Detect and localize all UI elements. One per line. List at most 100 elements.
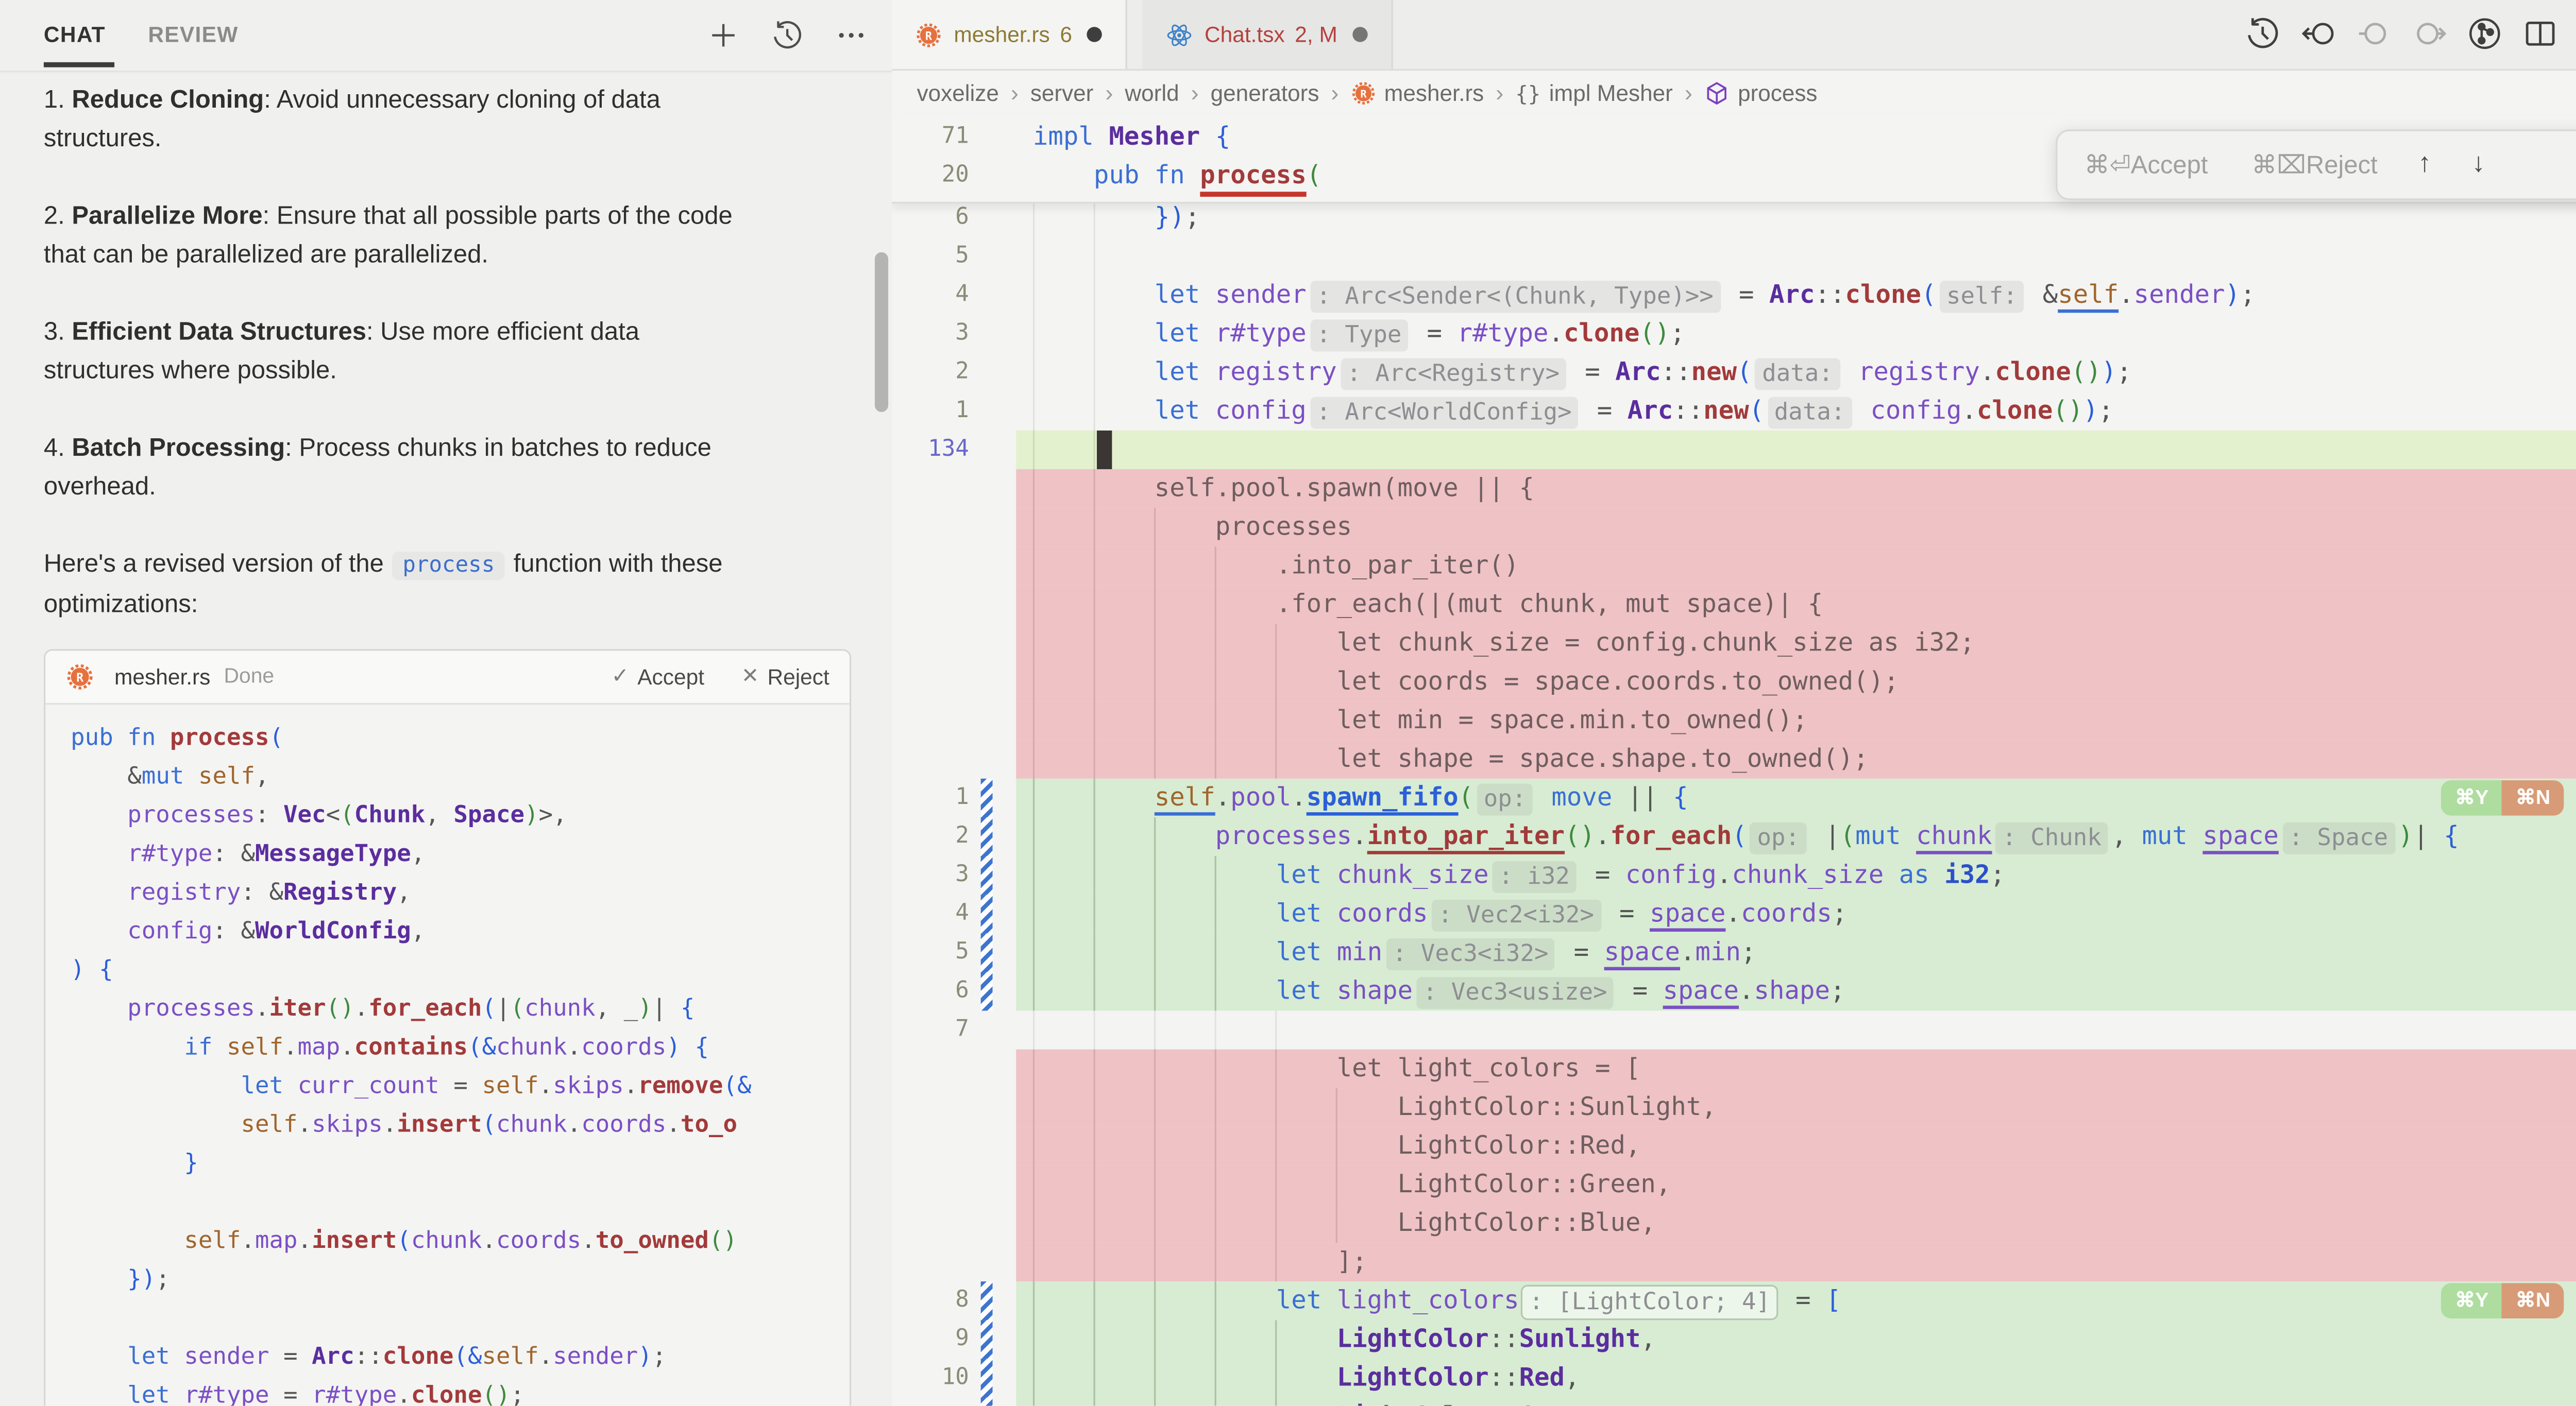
code-line[interactable]: processes: Vec<(Chunk, Space)>, (71, 797, 850, 836)
accept-hunk-badge[interactable]: ⌘Y (2442, 780, 2502, 816)
code-line[interactable]: LightColor::Blue, (892, 1204, 2576, 1243)
code-line[interactable]: let shape = space.shape.to_owned(); (892, 740, 2576, 779)
code-line[interactable]: processes.iter().for_each(|(chunk, _)| { (71, 990, 850, 1029)
code-line[interactable]: 10 LightColor::Red, (892, 1359, 2576, 1397)
breadcrumb-item[interactable]: server (1030, 80, 1093, 105)
code-line[interactable]: r#type: &MessageType, (71, 836, 850, 875)
code-line[interactable]: 3 let chunk_size: i32 = config.chunk_siz… (892, 856, 2576, 895)
token: r#type (1458, 318, 1549, 348)
code-line[interactable]: 2 processes.into_par_iter().for_each(op:… (892, 817, 2576, 856)
accept-hunk-badge[interactable]: ⌘Y (2442, 1283, 2502, 1318)
modified-dot-icon[interactable] (1087, 27, 1102, 42)
card-accept-button[interactable]: ✓Accept (612, 658, 704, 696)
code-line[interactable]: 134 (892, 431, 2576, 469)
history-icon[interactable] (771, 19, 804, 52)
token: < (326, 802, 341, 829)
code-line[interactable]: 3 let r#type: Type = r#type.clone(); (892, 315, 2576, 353)
code-line[interactable]: 1 let config: Arc<WorldConfig> = Arc::ne… (892, 392, 2576, 431)
breadcrumb-item[interactable]: {}impl Mesher (1515, 80, 1673, 105)
token: = (1580, 860, 1625, 890)
code-line[interactable]: let coords = space.coords.to_owned(); (892, 663, 2576, 701)
line-number: 10 (892, 1359, 969, 1397)
code-line[interactable]: 5 (892, 237, 2576, 276)
tab-chat[interactable]: CHAT (44, 22, 106, 47)
code-text: processes (1033, 508, 1352, 546)
code-line[interactable]: ]; (892, 1243, 2576, 1281)
token: self (241, 1111, 297, 1138)
code-line[interactable]: let light_colors = [ (892, 1050, 2576, 1088)
card-reject-button[interactable]: ✕Reject (741, 658, 829, 696)
reject-all-button[interactable]: ⌘⌧Reject (2251, 150, 2377, 180)
code-line[interactable]: 9 LightColor::Sunlight, (892, 1320, 2576, 1359)
breadcrumb-item[interactable]: voxelize (917, 80, 999, 105)
code-line[interactable]: LightColor::Sunlight, (892, 1088, 2576, 1127)
tab-review[interactable]: REVIEW (148, 22, 238, 47)
accept-all-button[interactable]: ⌘⏎Accept (2084, 150, 2208, 180)
code-line[interactable]: ) { (71, 952, 850, 990)
code-line[interactable]: config: &WorldConfig, (71, 913, 850, 952)
breadcrumb-item[interactable]: Rmesher.rs (1350, 80, 1484, 105)
code-line[interactable]: self.skips.insert(chunk.coords.to_o (71, 1107, 850, 1145)
editor-tab-chat-tsx[interactable]: Chat.tsx 2, M (1142, 0, 1393, 69)
code-line[interactable]: .for_each(|(mut chunk, mut space)| { (892, 585, 2576, 624)
code-line[interactable] (71, 1184, 850, 1223)
breadcrumb-item[interactable]: generators (1211, 80, 1319, 105)
line-number: 8 (892, 1281, 969, 1320)
token: config (1215, 395, 1307, 425)
chat-code-block[interactable]: pub fn process( &mut self, processes: Ve… (45, 705, 850, 1406)
token: config (1871, 395, 1962, 425)
code-line[interactable]: let sender = Arc::clone(&self.sender); (71, 1339, 850, 1377)
code-line[interactable]: registry: &Registry, (71, 875, 850, 913)
code-line[interactable]: processes (892, 508, 2576, 546)
code-line[interactable]: let curr_count = self.skips.remove(& (71, 1068, 850, 1106)
code-line[interactable]: 2 let registry: Arc<Registry> = Arc::new… (892, 353, 2576, 392)
code-line[interactable]: self.pool.spawn(move || { (892, 469, 2576, 508)
code-line[interactable]: let min = space.min.to_owned(); (892, 701, 2576, 740)
code-text: LightColor::Red, (1033, 1359, 1580, 1397)
history-icon[interactable] (2244, 15, 2281, 52)
reject-hunk-badge[interactable]: ⌘N (2502, 1283, 2564, 1318)
breadcrumb-item[interactable]: world (1125, 80, 1179, 105)
split-icon[interactable] (2522, 15, 2559, 52)
code-line[interactable] (71, 1300, 850, 1339)
chat-scrollbar[interactable] (875, 252, 888, 412)
code-line[interactable]: 6 let shape: Vec3<usize> = space.shape; (892, 972, 2576, 1010)
editor-tab-mesher[interactable]: R mesher.rs 6 (892, 0, 1128, 69)
new-chat-button[interactable] (706, 19, 740, 52)
code-line[interactable]: 6 }); (892, 198, 2576, 237)
code-line[interactable]: 1 self.pool.spawn_fifo(op: move || {⌘Y⌘N (892, 779, 2576, 817)
code-line[interactable]: .into_par_iter() (892, 546, 2576, 585)
more-actions-icon[interactable] (835, 19, 868, 52)
code-line[interactable]: 4 let sender: Arc<Sender<(Chunk, Type)>>… (892, 276, 2576, 315)
code-line[interactable]: let chunk_size = config.chunk_size as i3… (892, 624, 2576, 662)
code-line[interactable]: } (71, 1145, 850, 1184)
code-line[interactable]: 4 let coords: Vec2<i32> = space.coords; (892, 895, 2576, 933)
token (1200, 121, 1215, 151)
code-line[interactable]: let r#type = r#type.clone(); (71, 1377, 850, 1406)
back-icon[interactable] (2300, 15, 2337, 52)
graph-icon[interactable] (2466, 15, 2503, 52)
breadcrumb-item[interactable]: process (1704, 80, 1818, 105)
token: = (1570, 356, 1615, 387)
code-text: let sender: Arc<Sender<(Chunk, Type)>> =… (1033, 276, 2256, 316)
token: config (127, 918, 212, 945)
code-line[interactable]: 5 let min: Vec3<i32> = space.min; (892, 933, 2576, 972)
code-line[interactable]: 11 LightColor::Green, (892, 1397, 2576, 1405)
token: op: (1750, 821, 1806, 853)
code-line[interactable]: }); (71, 1261, 850, 1300)
prev-diff-button[interactable]: ↑ (2418, 150, 2431, 180)
code-line[interactable]: if self.map.contains(&chunk.coords) { (71, 1029, 850, 1068)
code-line[interactable]: LightColor::Green, (892, 1165, 2576, 1204)
code-line[interactable]: self.map.insert(chunk.coords.to_owned() (71, 1223, 850, 1261)
code-line[interactable]: 7 (892, 1010, 2576, 1049)
code-line[interactable]: 8 let light_colors: [LightColor; 4] = [⌘… (892, 1281, 2576, 1320)
next-diff-button[interactable]: ↓ (2472, 150, 2485, 180)
modified-dot-icon[interactable] (1352, 27, 1367, 42)
inline-code-chip[interactable]: process (393, 552, 505, 580)
reject-hunk-badge[interactable]: ⌘N (2502, 780, 2564, 816)
code-line[interactable]: LightColor::Red, (892, 1127, 2576, 1165)
code-line[interactable]: &mut self, (71, 759, 850, 797)
next-icon[interactable] (2411, 15, 2448, 52)
code-line[interactable]: pub fn process( (71, 720, 850, 759)
prev-icon[interactable] (2355, 15, 2392, 52)
